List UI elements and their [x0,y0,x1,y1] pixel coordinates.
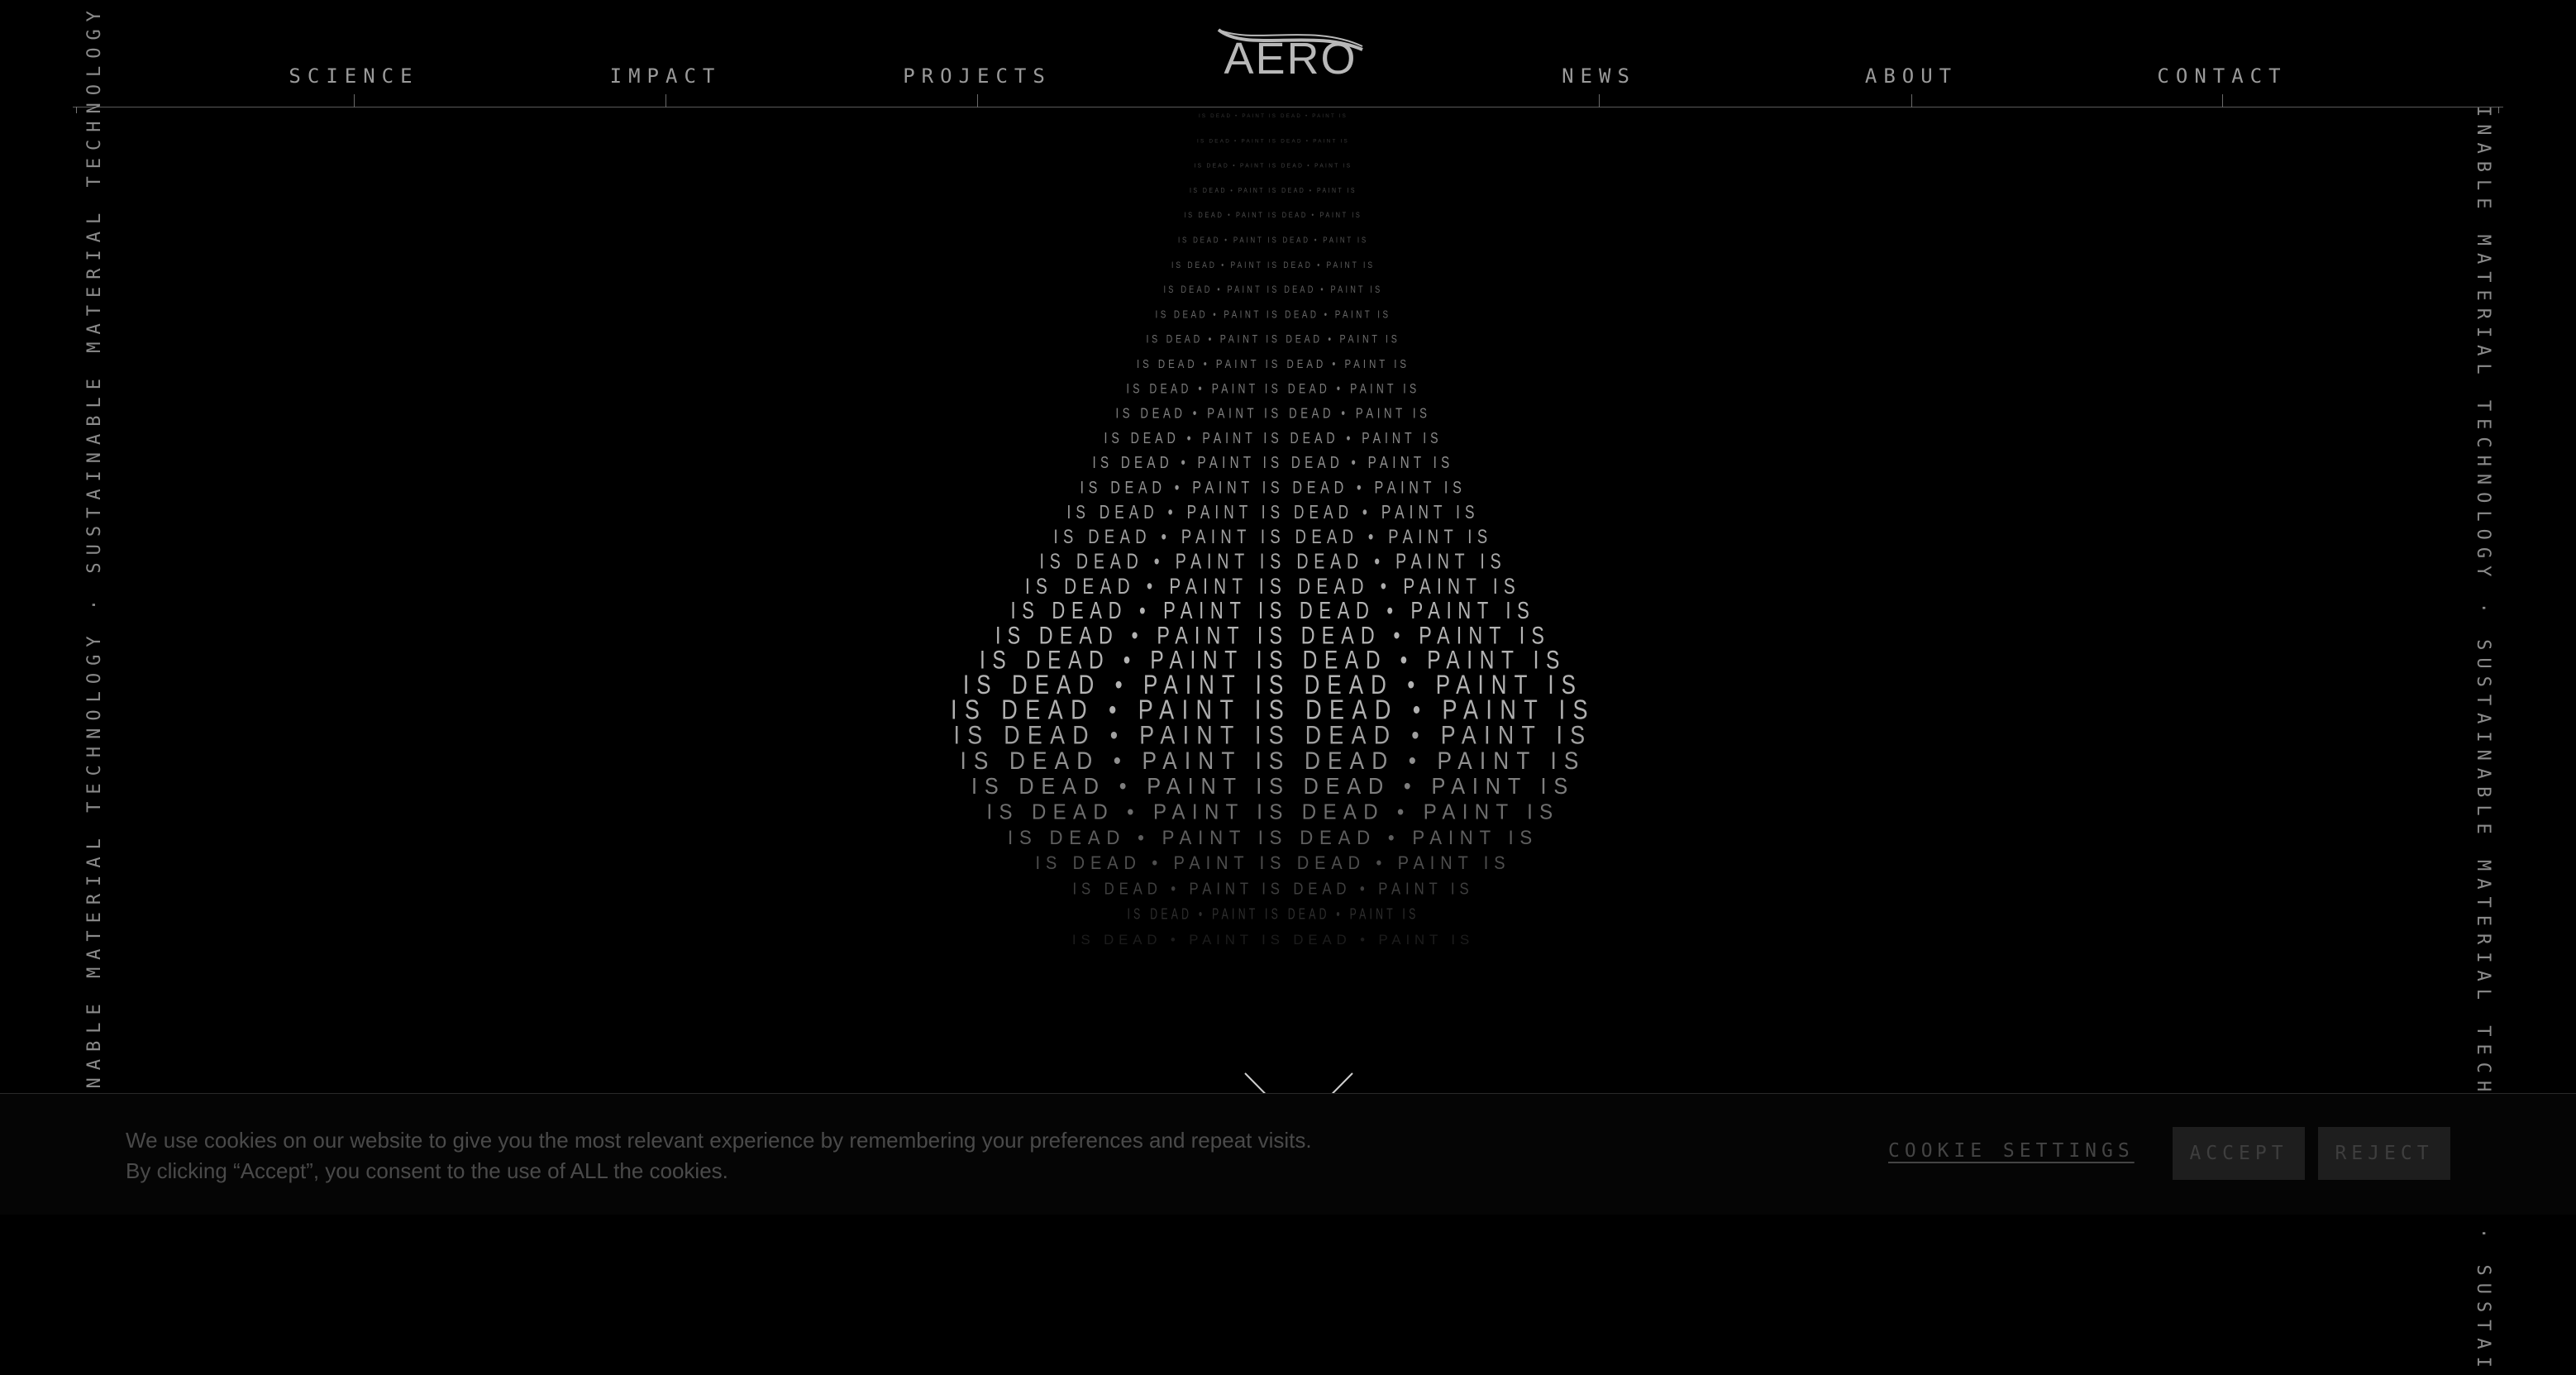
nav-impact[interactable]: IMPACT [610,64,722,88]
drop-text-row: IS DEAD • PAINT IS DEAD • PAINT IS [1195,163,1352,169]
side-rule-left [76,107,77,113]
drop-text-row: IS DEAD • PAINT IS DEAD • PAINT IS [1104,429,1443,446]
drop-text-row: IS DEAD • PAINT IS DEAD • PAINT IS [1178,236,1368,246]
nav-about[interactable]: ABOUT [1865,64,1958,88]
drop-text-row: IS DEAD • PAINT IS DEAD • PAINT IS [1147,332,1400,346]
drop-text-row: IS DEAD • PAINT IS DEAD • PAINT IS [987,799,1560,824]
drop-text-row: IS DEAD • PAINT IS DEAD • PAINT IS [1128,905,1419,923]
drop-text-row: IS DEAD • PAINT IS DEAD • PAINT IS [1093,454,1454,472]
drop-text-row: IS DEAD • PAINT IS DEAD • PAINT IS [1073,879,1474,898]
aero-logo[interactable]: AERO [1214,25,1367,84]
drop-text-row: IS DEAD • PAINT IS DEAD • PAINT IS [1156,308,1391,320]
drop-text-row: IS DEAD • PAINT IS DEAD • PAINT IS [971,773,1575,799]
cookie-message: We use cookies on our website to give yo… [126,1125,1366,1186]
drop-text-row: IS DEAD • PAINT IS DEAD • PAINT IS [1040,550,1507,573]
drop-text-row: IS DEAD • PAINT IS DEAD • PAINT IS [1171,260,1375,270]
drop-text-row: IS DEAD • PAINT IS DEAD • PAINT IS [1199,114,1348,119]
logo-text: AERO [1224,34,1357,84]
drop-text-row: IS DEAD • PAINT IS DEAD • PAINT IS [1067,501,1480,523]
drop-text-row: IS DEAD • PAINT IS DEAD • PAINT IS [1137,357,1410,371]
drop-text-row: IS DEAD • PAINT IS DEAD • PAINT IS [1036,852,1511,873]
drop-text-row: IS DEAD • PAINT IS DEAD • PAINT IS [1116,405,1431,422]
nav-tick [665,94,666,107]
nav-science[interactable]: SCIENCE [289,64,418,88]
drop-text-row: IS DEAD • PAINT IS DEAD • PAINT IS [961,747,1586,775]
nav-tick [354,94,355,107]
accept-button[interactable]: ACCEPT [2173,1127,2305,1180]
nav-tick [1911,94,1912,107]
reject-button[interactable]: REJECT [2318,1127,2450,1180]
drop-text-row: IS DEAD • PAINT IS DEAD • PAINT IS [1127,381,1420,396]
drop-text-row: IS DEAD • PAINT IS DEAD • PAINT IS [1011,598,1536,624]
drop-text-row: IS DEAD • PAINT IS DEAD • PAINT IS [1008,827,1538,849]
drop-text-row: IS DEAD • PAINT IS DEAD • PAINT IS [1054,526,1493,548]
drop-text-row: IS DEAD • PAINT IS DEAD • PAINT IS [1185,211,1362,219]
drop-text-row: IS DEAD • PAINT IS DEAD • PAINT IS [1190,187,1357,194]
cookie-line-1: We use cookies on our website to give yo… [126,1128,1312,1153]
drop-text-row: IS DEAD • PAINT IS DEAD • PAINT IS [1164,284,1383,295]
paint-drop-graphic: IS DEAD • PAINT IS DEAD • PAINT ISIS DEA… [951,114,1593,948]
nav-projects[interactable]: PROJECTS [903,64,1052,88]
drop-text-row: IS DEAD • PAINT IS DEAD • PAINT IS [954,720,1593,750]
nav-news[interactable]: NEWS [1562,64,1636,88]
drop-text-row: IS DEAD • PAINT IS DEAD • PAINT IS [1072,932,1474,948]
nav-contact[interactable]: CONTACT [2157,64,2287,88]
side-rule-right [2498,107,2499,113]
nav-tick [2222,94,2223,107]
side-text-left: SUSTAINABLE MATERIAL TECHNOLOGY · SUSTAI… [84,0,105,1199]
drop-text-row: IS DEAD • PAINT IS DEAD • PAINT IS [1197,138,1349,144]
cookie-line-2: By clicking “Accept”, you consent to the… [126,1158,728,1183]
drop-text-row: IS DEAD • PAINT IS DEAD • PAINT IS [1025,574,1521,599]
cookie-banner: We use cookies on our website to give yo… [0,1093,2576,1215]
cookie-settings-link[interactable]: COOKIE SETTINGS [1888,1140,2135,1162]
drop-text-row: IS DEAD • PAINT IS DEAD • PAINT IS [1080,478,1467,498]
